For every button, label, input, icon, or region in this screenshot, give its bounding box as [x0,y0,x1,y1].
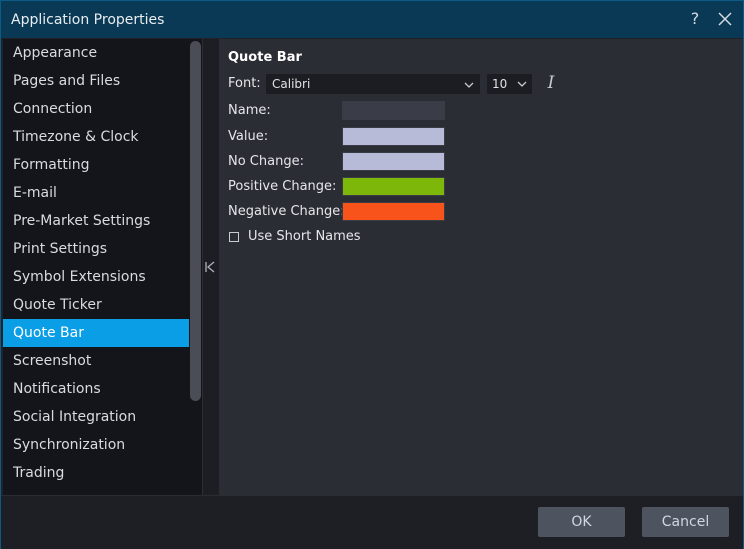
font-size-value: 10 [492,77,508,91]
sidebar-item-quote-ticker[interactable]: Quote Ticker [3,291,189,319]
font-family-dropdown[interactable]: Calibri [266,74,480,94]
use-short-names-option[interactable]: Use Short Names [229,229,361,244]
sidebar-item-formatting[interactable]: Formatting [3,151,189,179]
sidebar-item-pre-market-settings[interactable]: Pre-Market Settings [3,207,189,235]
chevron-down-icon [464,82,474,88]
positive-change-color-swatch[interactable] [342,177,445,196]
ok-button[interactable]: OK [538,507,625,537]
positive-change-color-label: Positive Change: [228,179,337,194]
quote-bar-settings-panel: Quote Bar Font: Calibri 10 I Name: Value… [219,39,743,495]
collapse-panel-icon[interactable] [203,260,217,274]
section-title: Quote Bar [228,50,302,65]
sidebar-item-appearance[interactable]: Appearance [3,39,189,67]
sidebar-item-quote-bar[interactable]: Quote Bar [3,319,189,347]
no-change-color-swatch[interactable] [342,152,445,171]
font-label: Font: [228,76,261,91]
negative-change-color-label: Negative Change: [228,204,345,219]
name-color-label: Name: [228,103,271,118]
sidebar-item-social-integration[interactable]: Social Integration [3,403,189,431]
sidebar-item-email[interactable]: E-mail [3,179,189,207]
sidebar-item-synchronization[interactable]: Synchronization [3,431,189,459]
dialog-footer: OK Cancel [1,495,743,549]
sidebar-item-pages-and-files[interactable]: Pages and Files [3,67,189,95]
name-color-swatch[interactable] [342,101,445,120]
sidebar-item-timezone-clock[interactable]: Timezone & Clock [3,123,189,151]
sidebar-item-print-settings[interactable]: Print Settings [3,235,189,263]
font-size-dropdown[interactable]: 10 [487,74,532,94]
sidebar-item-notifications[interactable]: Notifications [3,375,189,403]
sidebar-item-connection[interactable]: Connection [3,95,189,123]
value-color-swatch[interactable] [342,127,445,146]
sidebar-item-trading[interactable]: Trading [3,459,189,487]
window-title: Application Properties [11,11,165,28]
value-color-label: Value: [228,129,269,144]
italic-icon[interactable]: I [544,73,558,93]
sidebar-scrollbar-thumb[interactable] [190,41,201,401]
sidebar-item-screenshot[interactable]: Screenshot [3,347,189,375]
application-properties-dialog: Application Properties ? Appearance Page… [0,0,744,549]
chevron-down-icon [517,81,527,87]
question-mark-icon[interactable]: ? [685,9,705,29]
negative-change-color-swatch[interactable] [342,202,445,221]
settings-category-list: Appearance Pages and Files Connection Ti… [3,39,189,495]
close-icon[interactable] [715,9,735,29]
font-family-value: Calibri [272,77,311,91]
use-short-names-label: Use Short Names [248,229,361,244]
title-bar: Application Properties ? [1,1,743,38]
use-short-names-checkbox[interactable] [229,231,239,242]
sidebar-item-symbol-extensions[interactable]: Symbol Extensions [3,263,189,291]
cancel-button[interactable]: Cancel [642,507,729,537]
no-change-color-label: No Change: [228,154,304,169]
